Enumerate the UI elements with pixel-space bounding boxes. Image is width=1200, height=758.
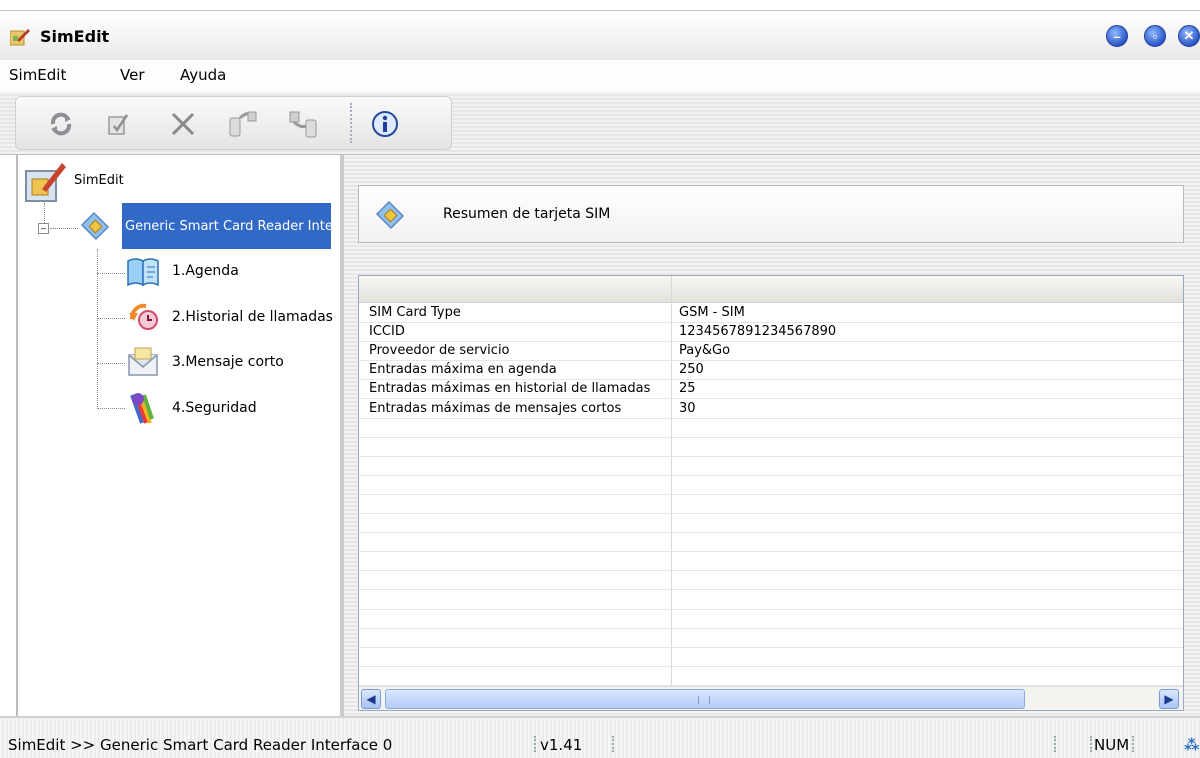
table-row[interactable]: [359, 552, 1183, 572]
table-row[interactable]: Entradas máximas en historial de llamada…: [359, 380, 1183, 400]
tree-item-historial[interactable]: 2.Historial de llamadas: [172, 309, 333, 325]
toolbar-area: [0, 92, 1200, 154]
table-row[interactable]: [359, 457, 1183, 476]
detail-panel: Resumen de tarjeta SIM SIM Card Type GSM …: [344, 154, 1200, 716]
table-row[interactable]: [359, 667, 1183, 686]
table-row[interactable]: [359, 571, 1183, 591]
tree-connector: [97, 273, 125, 274]
table-row[interactable]: [359, 419, 1183, 438]
sim-card-icon: [78, 209, 112, 243]
scroll-right-icon[interactable]: ▶: [1159, 689, 1179, 709]
simedit-app-icon: [9, 28, 30, 46]
message-envelope-icon: [126, 345, 160, 379]
table-row[interactable]: Entradas máxima en agenda 250: [359, 361, 1183, 381]
maximize-icon[interactable]: ▫: [1144, 25, 1166, 47]
table-row[interactable]: [359, 591, 1183, 610]
network-icon: ⁂: [1184, 736, 1200, 754]
row-key: Entradas máximas de mensajes cortos: [369, 400, 622, 416]
table-row[interactable]: [359, 514, 1183, 534]
row-value: 250: [679, 362, 704, 378]
menu-simedit[interactable]: SimEdit: [9, 66, 66, 84]
tree-item-seguridad[interactable]: 4.Seguridad: [172, 400, 257, 416]
status-separator: [1090, 736, 1092, 752]
status-separator: [1132, 736, 1134, 752]
status-separator: [1054, 736, 1056, 752]
import-icon[interactable]: [226, 109, 260, 139]
row-key: Entradas máximas en historial de llamada…: [369, 381, 651, 397]
address-book-icon: [126, 255, 160, 289]
info-icon[interactable]: [368, 109, 402, 139]
horizontal-scrollbar[interactable]: ◀ ▶: [359, 686, 1183, 710]
status-separator: [534, 736, 536, 752]
row-key: Proveedor de servicio: [369, 343, 510, 359]
status-path: SimEdit >> Generic Smart Card Reader Int…: [8, 736, 393, 754]
table-row[interactable]: ICCID 1234567891234567890: [359, 323, 1183, 343]
export-icon[interactable]: [286, 109, 320, 139]
collapse-icon[interactable]: –: [38, 223, 49, 234]
tree-item-mensaje[interactable]: 3.Mensaje corto: [172, 354, 284, 370]
toolbar: [15, 96, 452, 150]
sim-info-table: SIM Card Type GSM - SIM ICCID 1234567891234…: [358, 275, 1184, 711]
table-row[interactable]: [359, 533, 1183, 553]
simedit-root-icon: [24, 161, 68, 205]
call-history-icon: [126, 301, 160, 335]
tree-connector: [97, 408, 125, 409]
status-version: v1.41: [540, 736, 583, 754]
tree-panel: SimEdit – Generic Smart Card Reader Inte…: [0, 154, 344, 716]
row-value: Pay&Go: [679, 343, 731, 359]
minimize-icon[interactable]: –: [1106, 25, 1128, 47]
table-row[interactable]: [359, 438, 1183, 457]
tree-root-label[interactable]: SimEdit: [74, 173, 124, 188]
window-title: SimEdit: [40, 27, 110, 46]
table-row[interactable]: Proveedor de servicio Pay&Go: [359, 342, 1183, 362]
table-row[interactable]: SIM Card Type GSM - SIM: [359, 304, 1183, 323]
tree-item-agenda[interactable]: 1.Agenda: [172, 263, 239, 279]
table-row[interactable]: Entradas máximas de mensajes cortos 30: [359, 400, 1183, 419]
column-header-key[interactable]: [359, 276, 672, 302]
tree-node-reader[interactable]: Generic Smart Card Reader Interface 0: [122, 203, 331, 249]
scroll-thumb[interactable]: [385, 689, 1025, 709]
row-key: SIM Card Type: [369, 305, 461, 320]
menu-bar: SimEdit Ver Ayuda: [0, 60, 1200, 92]
toolbar-separator: [350, 103, 352, 143]
table-row[interactable]: [359, 610, 1183, 629]
refresh-icon[interactable]: [44, 109, 78, 139]
row-key: ICCID: [369, 324, 405, 340]
delete-icon[interactable]: [166, 109, 200, 139]
menu-ver[interactable]: Ver: [120, 66, 145, 84]
table-row[interactable]: [359, 648, 1183, 667]
row-value: 30: [679, 400, 696, 416]
status-num: NUM: [1094, 736, 1130, 754]
row-value: 1234567891234567890: [679, 324, 837, 340]
table-row[interactable]: [359, 476, 1183, 495]
row-key: Entradas máxima en agenda: [369, 362, 557, 378]
column-header-value[interactable]: [672, 276, 1182, 302]
status-bar: SimEdit >> Generic Smart Card Reader Int…: [0, 716, 1200, 758]
sim-card-icon: [373, 198, 407, 232]
tree-connector: [97, 363, 125, 364]
summary-header: Resumen de tarjeta SIM: [358, 185, 1184, 243]
tree-connector: [50, 228, 78, 229]
table-row[interactable]: [359, 495, 1183, 514]
title-bar: SimEdit – ▫ ✕: [0, 10, 1200, 61]
tree-connector: [97, 318, 125, 319]
edit-icon[interactable]: [102, 109, 136, 139]
row-value: GSM - SIM: [679, 305, 745, 320]
row-value: 25: [679, 381, 696, 397]
menu-ayuda[interactable]: Ayuda: [180, 66, 226, 84]
scroll-left-icon[interactable]: ◀: [361, 689, 381, 709]
status-separator: [612, 736, 614, 752]
table-header: [359, 276, 1183, 303]
summary-title: Resumen de tarjeta SIM: [443, 206, 611, 222]
security-key-icon: [126, 391, 160, 425]
scroll-grip-icon: [698, 696, 710, 704]
table-row[interactable]: [359, 629, 1183, 648]
reader-label: Generic Smart Card Reader Interface 0: [125, 218, 331, 234]
close-icon[interactable]: ✕: [1178, 25, 1200, 47]
